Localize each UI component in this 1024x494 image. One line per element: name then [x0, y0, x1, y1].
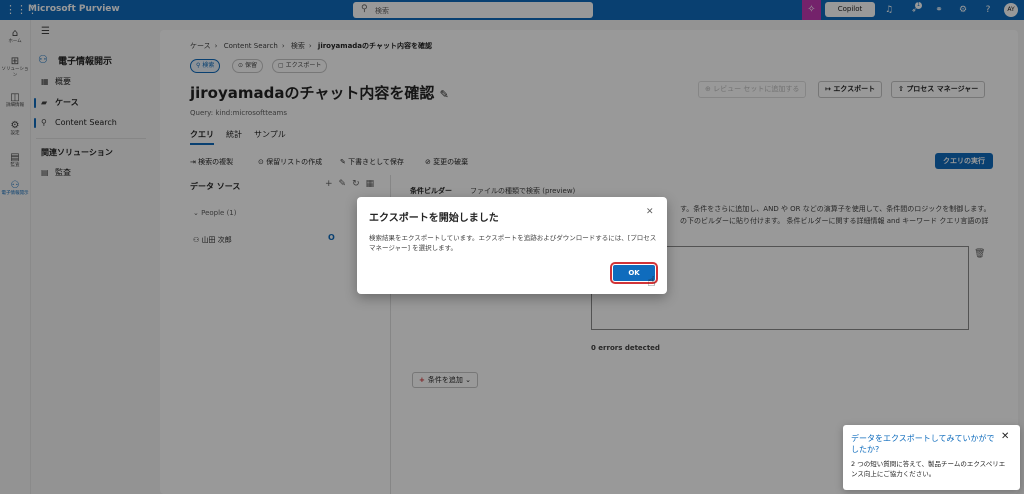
survey-title[interactable]: データをエクスポートしてみていかがでしたか? — [851, 433, 1001, 455]
feedback-survey: データをエクスポートしてみていかがでしたか? ✕ 2 つの短い質問に答えて、製品… — [843, 425, 1020, 490]
export-started-dialog: エクスポートを開始しました ✕ 検索結果をエクスポートしています。エクスポートを… — [357, 197, 667, 294]
survey-body: 2 つの短い質問に答えて、製品チームのエクスペリエンス向上にご協力ください。 — [851, 460, 1006, 478]
dialog-body: 検索結果をエクスポートしています。エクスポートを追跡およびダウンロードするには、… — [369, 234, 657, 252]
close-icon[interactable]: ✕ — [1001, 431, 1009, 442]
pointer-cursor-icon: ☝ — [647, 274, 656, 290]
close-icon[interactable]: ✕ — [646, 207, 654, 217]
dialog-title: エクスポートを開始しました — [369, 213, 499, 224]
